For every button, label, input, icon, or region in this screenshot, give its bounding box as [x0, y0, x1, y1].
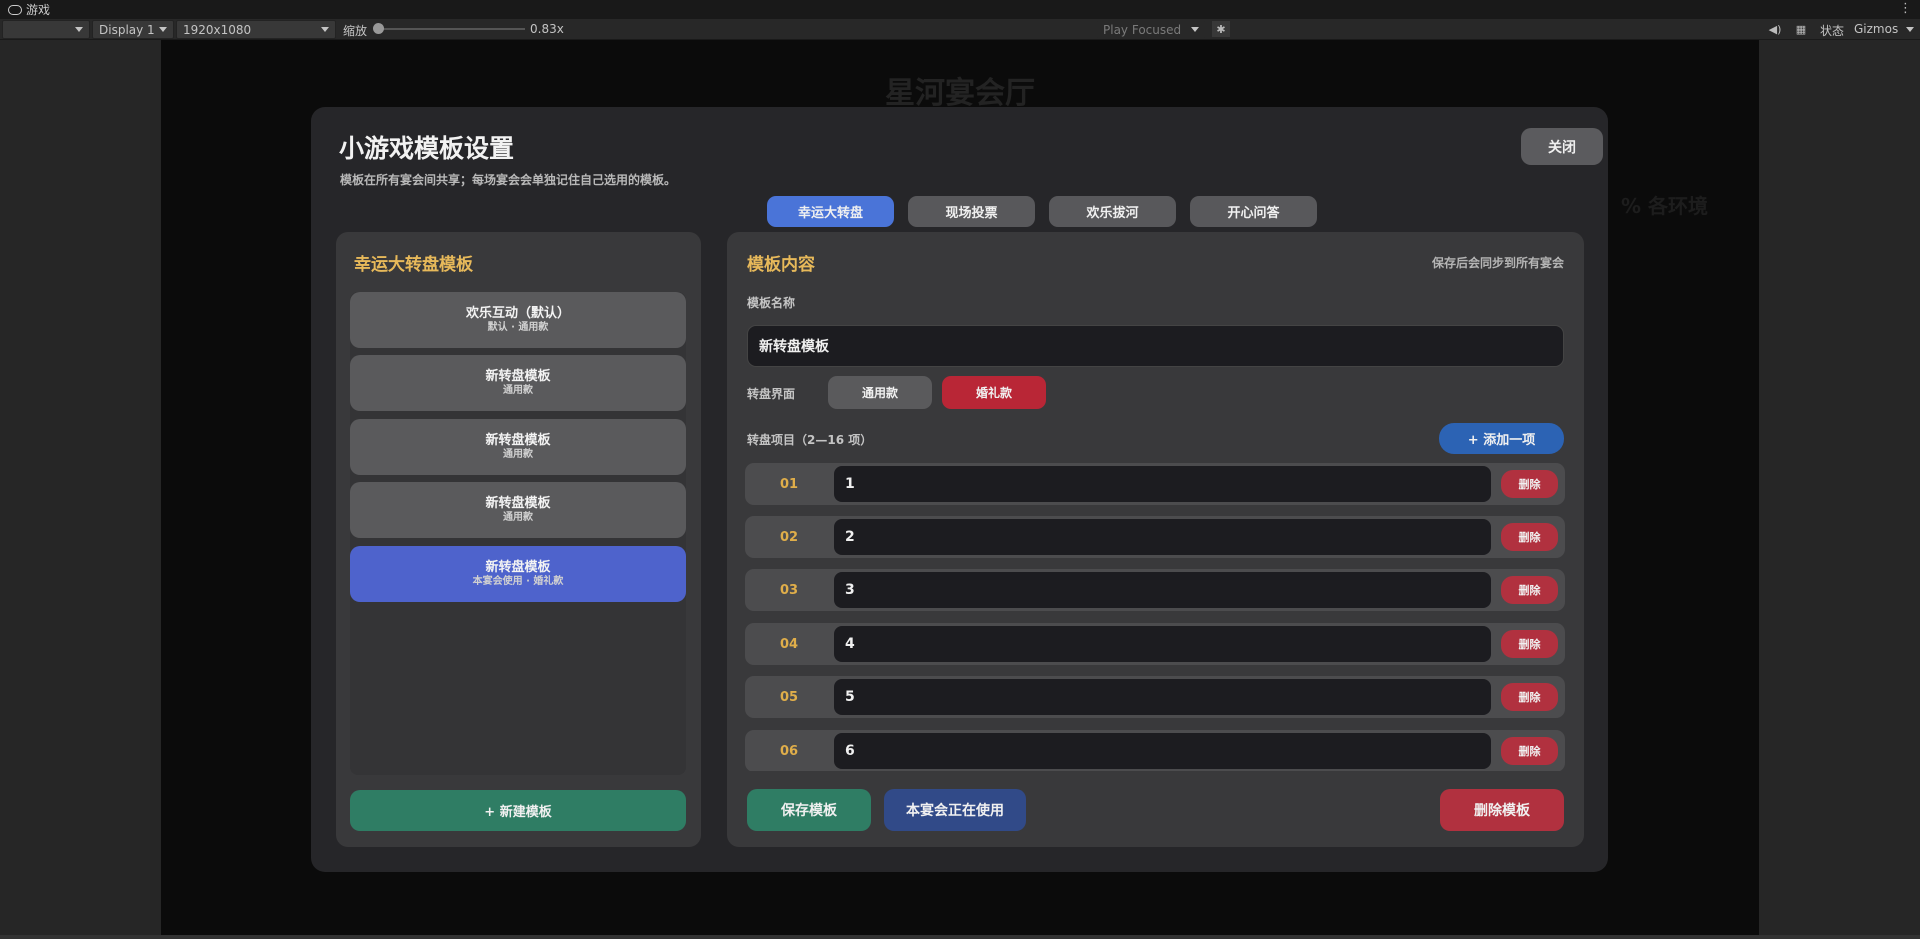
- template-item[interactable]: 欢乐互动（默认） 默认 · 通用款: [350, 292, 686, 348]
- delete-item-button[interactable]: 删除: [1501, 737, 1558, 765]
- item-input[interactable]: 2: [834, 519, 1491, 555]
- wheel-items-list[interactable]: 01 1 删除 02 2 删除 03 3 删除 04 4 删除 05 5 删除 …: [745, 463, 1567, 771]
- game-view-dropdown[interactable]: [2, 20, 90, 39]
- scale-slider-track[interactable]: [380, 28, 525, 30]
- template-item-meta: 通用款: [503, 512, 533, 523]
- list-item: 01 1 删除: [745, 463, 1565, 505]
- item-input[interactable]: 3: [834, 572, 1491, 608]
- chevron-down-icon: [75, 27, 83, 32]
- tab-live-vote[interactable]: 现场投票: [908, 196, 1035, 227]
- list-item: 05 5 删除: [745, 676, 1565, 718]
- template-item-meta: 本宴会使用 · 婚礼款: [472, 576, 564, 587]
- template-name-input[interactable]: 新转盘模板: [747, 325, 1564, 367]
- chevron-down-icon: [1191, 27, 1199, 32]
- save-template-button[interactable]: 保存模板: [747, 789, 871, 831]
- bug-icon[interactable]: ✱: [1212, 21, 1230, 37]
- item-number: 05: [779, 689, 799, 705]
- modal-title: 小游戏模板设置: [339, 134, 515, 163]
- game-type-tabs: 幸运大转盘 现场投票 欢乐拔河 开心问答: [767, 196, 1317, 227]
- viewport-bottom-strip: [0, 935, 1920, 939]
- add-item-button[interactable]: + 添加一项: [1439, 423, 1564, 454]
- item-input[interactable]: 4: [834, 626, 1491, 662]
- list-item: 02 2 删除: [745, 516, 1565, 558]
- style-wedding-button[interactable]: 婚礼款: [942, 376, 1046, 409]
- item-input[interactable]: 1: [834, 466, 1491, 502]
- wheel-style-label: 转盘界面: [747, 387, 796, 401]
- resolution-label: 1920x1080: [183, 22, 252, 37]
- audio-mute-icon[interactable]: ◀): [1766, 21, 1784, 37]
- template-item-meta: 通用款: [503, 449, 533, 460]
- game-tab-label[interactable]: 游戏: [26, 1, 50, 18]
- template-name-label: 模板名称: [747, 296, 796, 310]
- more-options-icon[interactable]: ⋮: [1899, 1, 1912, 16]
- template-item-meta: 通用款: [503, 385, 533, 396]
- delete-item-button[interactable]: 删除: [1501, 683, 1558, 711]
- delete-template-button[interactable]: 删除模板: [1440, 789, 1564, 831]
- style-general-button[interactable]: 通用款: [828, 376, 932, 409]
- background-side-text: % 各环境: [1621, 194, 1709, 218]
- game-view-toolbar: Display 1 1920x1080 缩放 0.83x Play Focuse…: [0, 19, 1920, 40]
- template-list: 欢乐互动（默认） 默认 · 通用款 新转盘模板 通用款 新转盘模板 通用款 新转…: [350, 292, 686, 775]
- scale-value: 0.83x: [530, 22, 564, 36]
- tab-lucky-wheel[interactable]: 幸运大转盘: [767, 196, 894, 227]
- list-item: 06 6 删除: [745, 730, 1565, 771]
- item-number: 04: [779, 636, 799, 652]
- template-item[interactable]: 新转盘模板 通用款: [350, 419, 686, 475]
- stats-button[interactable]: 状态: [1820, 22, 1844, 39]
- template-item-name: 新转盘模板: [485, 560, 551, 575]
- tab-tug-of-war[interactable]: 欢乐拔河: [1049, 196, 1176, 227]
- play-mode-dropdown[interactable]: Play Focused: [1096, 20, 1206, 39]
- resolution-dropdown[interactable]: 1920x1080: [176, 20, 336, 39]
- item-number: 03: [779, 582, 799, 598]
- list-item: 04 4 删除: [745, 623, 1565, 665]
- modal-subtitle: 模板在所有宴会间共享；每场宴会会单独记住自己选用的模板。: [340, 173, 677, 187]
- scale-label: 缩放: [343, 24, 368, 38]
- gamepad-icon: [8, 4, 22, 15]
- template-content-title: 模板内容: [747, 255, 815, 275]
- wheel-items-label: 转盘项目（2—16 项）: [747, 433, 873, 447]
- chevron-down-icon[interactable]: [1906, 27, 1914, 32]
- play-mode-label: Play Focused: [1103, 22, 1182, 37]
- new-template-button[interactable]: + 新建模板: [350, 790, 686, 831]
- template-list-title: 幸运大转盘模板: [354, 255, 473, 275]
- scale-slider-knob[interactable]: [373, 23, 384, 34]
- template-list-panel: 幸运大转盘模板 欢乐互动（默认） 默认 · 通用款 新转盘模板 通用款 新转盘模…: [336, 232, 701, 847]
- display-dropdown[interactable]: Display 1: [92, 20, 174, 39]
- delete-item-button[interactable]: 删除: [1501, 630, 1558, 658]
- template-item-meta: 默认 · 通用款: [487, 322, 549, 333]
- template-item-selected[interactable]: 新转盘模板 本宴会使用 · 婚礼款: [350, 546, 686, 602]
- template-content-panel: 模板内容 保存后会同步到所有宴会 模板名称 新转盘模板 转盘界面 通用款 婚礼款…: [727, 232, 1584, 847]
- in-use-button[interactable]: 本宴会正在使用: [884, 789, 1026, 831]
- editor-titlebar: 游戏 ⋮: [0, 0, 1920, 19]
- close-button[interactable]: 关闭: [1521, 128, 1603, 165]
- template-item[interactable]: 新转盘模板 通用款: [350, 482, 686, 538]
- delete-item-button[interactable]: 删除: [1501, 470, 1558, 498]
- chevron-down-icon: [159, 27, 167, 32]
- item-input[interactable]: 6: [834, 733, 1491, 769]
- tab-quiz[interactable]: 开心问答: [1190, 196, 1317, 227]
- hall-title: 星河宴会厅: [885, 76, 1035, 111]
- delete-item-button[interactable]: 删除: [1501, 576, 1558, 604]
- template-item-name: 欢乐互动（默认）: [465, 306, 570, 321]
- sync-note: 保存后会同步到所有宴会: [1431, 256, 1564, 270]
- keyboard-icon[interactable]: ▦: [1792, 21, 1810, 37]
- delete-item-button[interactable]: 删除: [1501, 523, 1558, 551]
- list-item: 03 3 删除: [745, 569, 1565, 611]
- template-item-name: 新转盘模板: [485, 496, 551, 511]
- template-item-name: 新转盘模板: [485, 369, 551, 384]
- gizmos-button[interactable]: Gizmos: [1854, 22, 1898, 36]
- template-settings-modal: 小游戏模板设置 模板在所有宴会间共享；每场宴会会单独记住自己选用的模板。 关闭 …: [311, 107, 1608, 872]
- display-label: Display 1: [99, 22, 155, 37]
- item-input[interactable]: 5: [834, 679, 1491, 715]
- item-number: 02: [779, 529, 799, 545]
- item-number: 01: [779, 476, 799, 492]
- chevron-down-icon: [321, 27, 329, 32]
- item-number: 06: [779, 743, 799, 759]
- template-item[interactable]: 新转盘模板 通用款: [350, 355, 686, 411]
- template-item-name: 新转盘模板: [485, 433, 551, 448]
